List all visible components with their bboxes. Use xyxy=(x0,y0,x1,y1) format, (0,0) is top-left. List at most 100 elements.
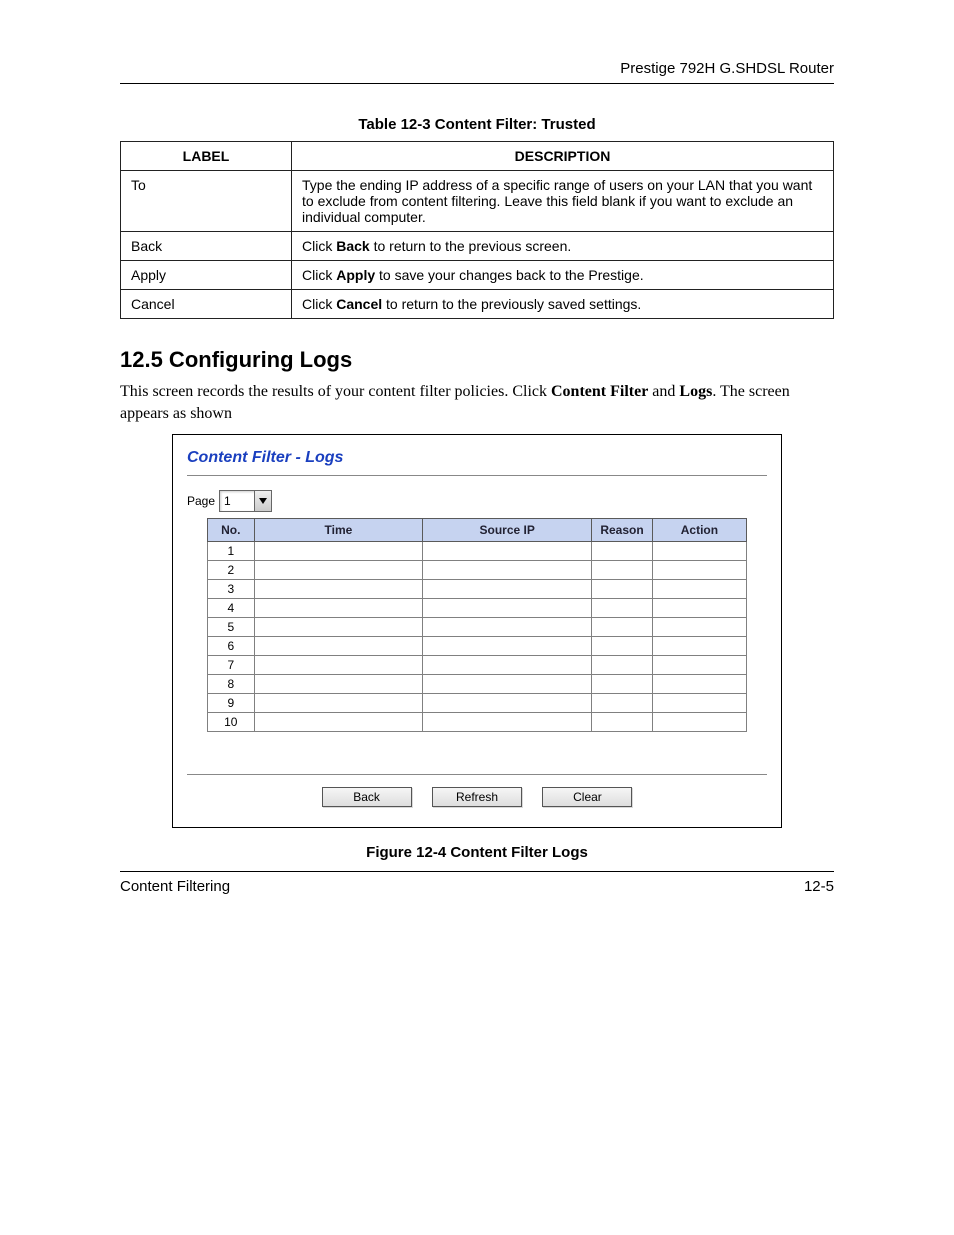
page-dropdown[interactable]: 1 xyxy=(219,490,272,512)
body-text: and xyxy=(648,383,679,400)
refresh-button[interactable]: Refresh xyxy=(432,787,522,807)
cell-reason xyxy=(592,637,653,656)
document-page: Prestige 792H G.SHDSL Router Table 12-3 … xyxy=(0,0,954,1235)
cell-reason xyxy=(592,694,653,713)
cell-action xyxy=(652,580,746,599)
page-dropdown-value: 1 xyxy=(220,491,254,511)
cell-no: 10 xyxy=(208,713,255,732)
cell-time xyxy=(254,542,423,561)
body-text: This screen records the results of your … xyxy=(120,383,551,400)
body-bold: Logs xyxy=(679,383,712,400)
cell-no: 8 xyxy=(208,675,255,694)
cell-no: 6 xyxy=(208,637,255,656)
table-row: 10 xyxy=(208,713,747,732)
cell-time xyxy=(254,580,423,599)
cell-source_ip xyxy=(423,542,592,561)
page-selector-row: Page 1 xyxy=(187,490,767,512)
cell-reason xyxy=(592,599,653,618)
cell-reason xyxy=(592,580,653,599)
cell-label: Back xyxy=(121,232,292,261)
col-header-label: LABEL xyxy=(121,142,292,171)
cell-source_ip xyxy=(423,656,592,675)
cell-time xyxy=(254,561,423,580)
cell-reason xyxy=(592,675,653,694)
cell-label: Apply xyxy=(121,261,292,290)
cell-action xyxy=(652,618,746,637)
desc-text: Click xyxy=(302,296,336,312)
chevron-down-icon xyxy=(254,491,271,511)
table-caption: Table 12-3 Content Filter: Trusted xyxy=(120,116,834,133)
body-bold: Content Filter xyxy=(551,383,648,400)
desc-text: to return to the previous screen. xyxy=(370,238,572,254)
cell-action xyxy=(652,599,746,618)
cell-description: Click Cancel to return to the previously… xyxy=(292,290,834,319)
clear-button[interactable]: Clear xyxy=(542,787,632,807)
desc-text: Click xyxy=(302,238,336,254)
table-row: 4 xyxy=(208,599,747,618)
col-header-time: Time xyxy=(254,519,423,542)
cell-source_ip xyxy=(423,599,592,618)
cell-action xyxy=(652,713,746,732)
table-row: 8 xyxy=(208,675,747,694)
cell-source_ip xyxy=(423,618,592,637)
table-row: Back Click Back to return to the previou… xyxy=(121,232,834,261)
cell-reason xyxy=(592,713,653,732)
figure-caption: Figure 12-4 Content Filter Logs xyxy=(120,844,834,861)
running-head: Prestige 792H G.SHDSL Router xyxy=(120,60,834,84)
desc-text: to save your changes back to the Prestig… xyxy=(375,267,644,283)
cell-source_ip xyxy=(423,675,592,694)
cell-action xyxy=(652,561,746,580)
button-row: Back Refresh Clear xyxy=(187,787,767,807)
desc-bold: Cancel xyxy=(336,296,382,312)
cell-action xyxy=(652,675,746,694)
table-row: 6 xyxy=(208,637,747,656)
cell-source_ip xyxy=(423,713,592,732)
cell-time xyxy=(254,599,423,618)
cell-action xyxy=(652,542,746,561)
table-row: 7 xyxy=(208,656,747,675)
table-row: 1 xyxy=(208,542,747,561)
cell-time xyxy=(254,675,423,694)
section-body: This screen records the results of your … xyxy=(120,381,834,424)
cell-time xyxy=(254,694,423,713)
cell-time xyxy=(254,656,423,675)
col-header-source-ip: Source IP xyxy=(423,519,592,542)
cell-action xyxy=(652,656,746,675)
cell-source_ip xyxy=(423,637,592,656)
page-label: Page xyxy=(187,494,215,508)
cell-label: Cancel xyxy=(121,290,292,319)
logs-table: No. Time Source IP Reason Action 1234567… xyxy=(207,518,747,732)
table-row: 5 xyxy=(208,618,747,637)
back-button[interactable]: Back xyxy=(322,787,412,807)
cell-description: Click Apply to save your changes back to… xyxy=(292,261,834,290)
divider xyxy=(187,475,767,476)
cell-action xyxy=(652,694,746,713)
cell-no: 3 xyxy=(208,580,255,599)
col-header-reason: Reason xyxy=(592,519,653,542)
desc-text: Click xyxy=(302,267,336,283)
cell-reason xyxy=(592,561,653,580)
cell-no: 9 xyxy=(208,694,255,713)
cell-no: 5 xyxy=(208,618,255,637)
cell-time xyxy=(254,713,423,732)
desc-bold: Apply xyxy=(336,267,375,283)
desc-text: to return to the previously saved settin… xyxy=(382,296,641,312)
table-row: To Type the ending IP address of a speci… xyxy=(121,171,834,232)
cell-reason xyxy=(592,656,653,675)
page-footer: Content Filtering 12-5 xyxy=(120,871,834,895)
cell-reason xyxy=(592,618,653,637)
cell-source_ip xyxy=(423,580,592,599)
divider xyxy=(187,774,767,775)
content-filter-logs-panel: Content Filter - Logs Page 1 No. Time So… xyxy=(172,434,782,828)
col-header-action: Action xyxy=(652,519,746,542)
col-header-no: No. xyxy=(208,519,255,542)
cell-label: To xyxy=(121,171,292,232)
cell-source_ip xyxy=(423,694,592,713)
footer-left: Content Filtering xyxy=(120,878,230,895)
cell-no: 2 xyxy=(208,561,255,580)
cell-no: 7 xyxy=(208,656,255,675)
section-heading: 12.5 Configuring Logs xyxy=(120,347,834,373)
cell-source_ip xyxy=(423,561,592,580)
desc-text: Type the ending IP address of a specific… xyxy=(302,177,812,225)
cell-no: 4 xyxy=(208,599,255,618)
